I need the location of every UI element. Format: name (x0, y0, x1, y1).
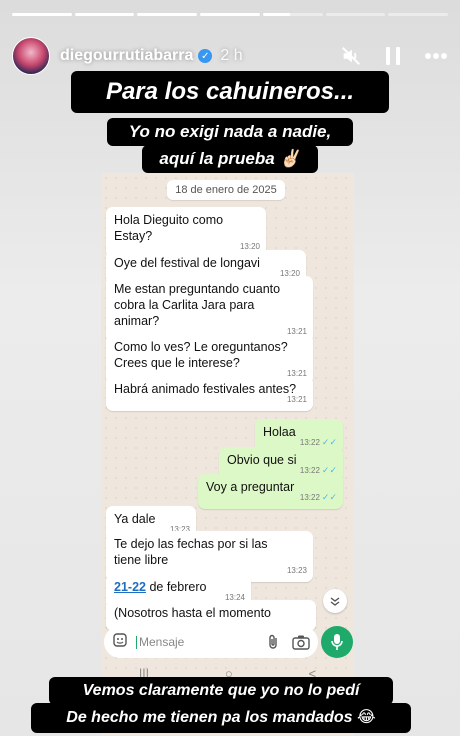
message-text: Ya dale (114, 512, 156, 526)
verified-badge-icon: ✓ (198, 49, 213, 63)
message-in: Me estan preguntando cuanto cobra la Car… (106, 276, 313, 343)
progress-segment (388, 13, 449, 16)
message-text: cobra la Carlita Jara para (114, 298, 255, 312)
date-chip: 18 de enero de 2025 (167, 180, 285, 200)
message-out: Voy a preguntar 13:22 ✓✓ (198, 474, 343, 509)
read-ticks-icon: ✓✓ (321, 492, 337, 502)
message-text: tiene libre (114, 553, 169, 567)
more-icon[interactable] (424, 52, 448, 60)
attach-icon[interactable] (266, 634, 280, 650)
message-text: Habrá animado festivales antes? (114, 382, 297, 396)
story-viewer: diegourrutiabarra ✓ 2 h Para los cahuine… (0, 0, 460, 736)
message-text: de febrero (145, 580, 207, 594)
message-time: 13:21 (286, 395, 307, 404)
message-time: 13:23 (286, 566, 307, 575)
message-text: Como lo ves? Le oreguntanos? (114, 340, 288, 354)
chat-screenshot: 18 de enero de 2025 Hola Dieguito como E… (101, 173, 354, 736)
message-time: 13:22 ✓✓ (299, 492, 337, 502)
story-progress (12, 13, 449, 16)
username[interactable]: diegourrutiabarra (60, 47, 193, 65)
progress-segment (137, 13, 198, 16)
time-ago: 2 h (220, 47, 243, 64)
date-link[interactable]: 21-22 (114, 580, 146, 594)
message-text: Hola Dieguito como (114, 213, 224, 227)
pause-icon[interactable] (384, 46, 402, 66)
message-text: Estay? (114, 229, 153, 243)
message-text: Oye del festival de longavi (114, 256, 260, 270)
progress-segment-current (262, 13, 323, 16)
caption-middle-line2: aquí la prueba ✌🏻 (142, 145, 318, 173)
caption-top: Para los cahuineros... (71, 71, 389, 113)
message-text: Crees que le interese? (114, 356, 240, 370)
message-text: Me estan preguntando cuanto (114, 282, 281, 296)
progress-segment (12, 13, 72, 16)
sticker-icon[interactable] (112, 632, 128, 653)
progress-segment (325, 13, 386, 16)
read-ticks-icon: ✓✓ (321, 437, 337, 447)
message-text: Te dejo las fechas por si las (114, 537, 268, 551)
message-input[interactable]: Mensaje (104, 626, 318, 658)
caption-bottom-line2: De hecho me tienen pa los mandados 😂 (31, 703, 411, 733)
message-text: Voy a preguntar (206, 480, 295, 494)
progress-segment (200, 13, 260, 16)
message-text: animar? (114, 314, 160, 328)
caption-bottom-line1: Vemos claramente que yo no lo pedí (49, 677, 393, 705)
message-placeholder: Mensaje (136, 635, 254, 649)
camera-icon[interactable] (292, 634, 310, 650)
story-header: diegourrutiabarra ✓ 2 h (12, 36, 448, 76)
message-in: Habrá animado festivales antes? 13:21 (106, 376, 313, 411)
message-text: (Nosotros hasta el momento (114, 606, 272, 620)
microphone-icon (331, 634, 343, 650)
voice-message-button[interactable] (321, 626, 353, 658)
caption-middle-line1: Yo no exigi nada a nadie, (107, 118, 353, 146)
avatar[interactable] (12, 37, 50, 75)
progress-segment (74, 13, 135, 16)
mute-icon[interactable] (340, 45, 362, 67)
scroll-down-button[interactable] (323, 589, 347, 613)
chevron-down-icon (330, 597, 340, 606)
